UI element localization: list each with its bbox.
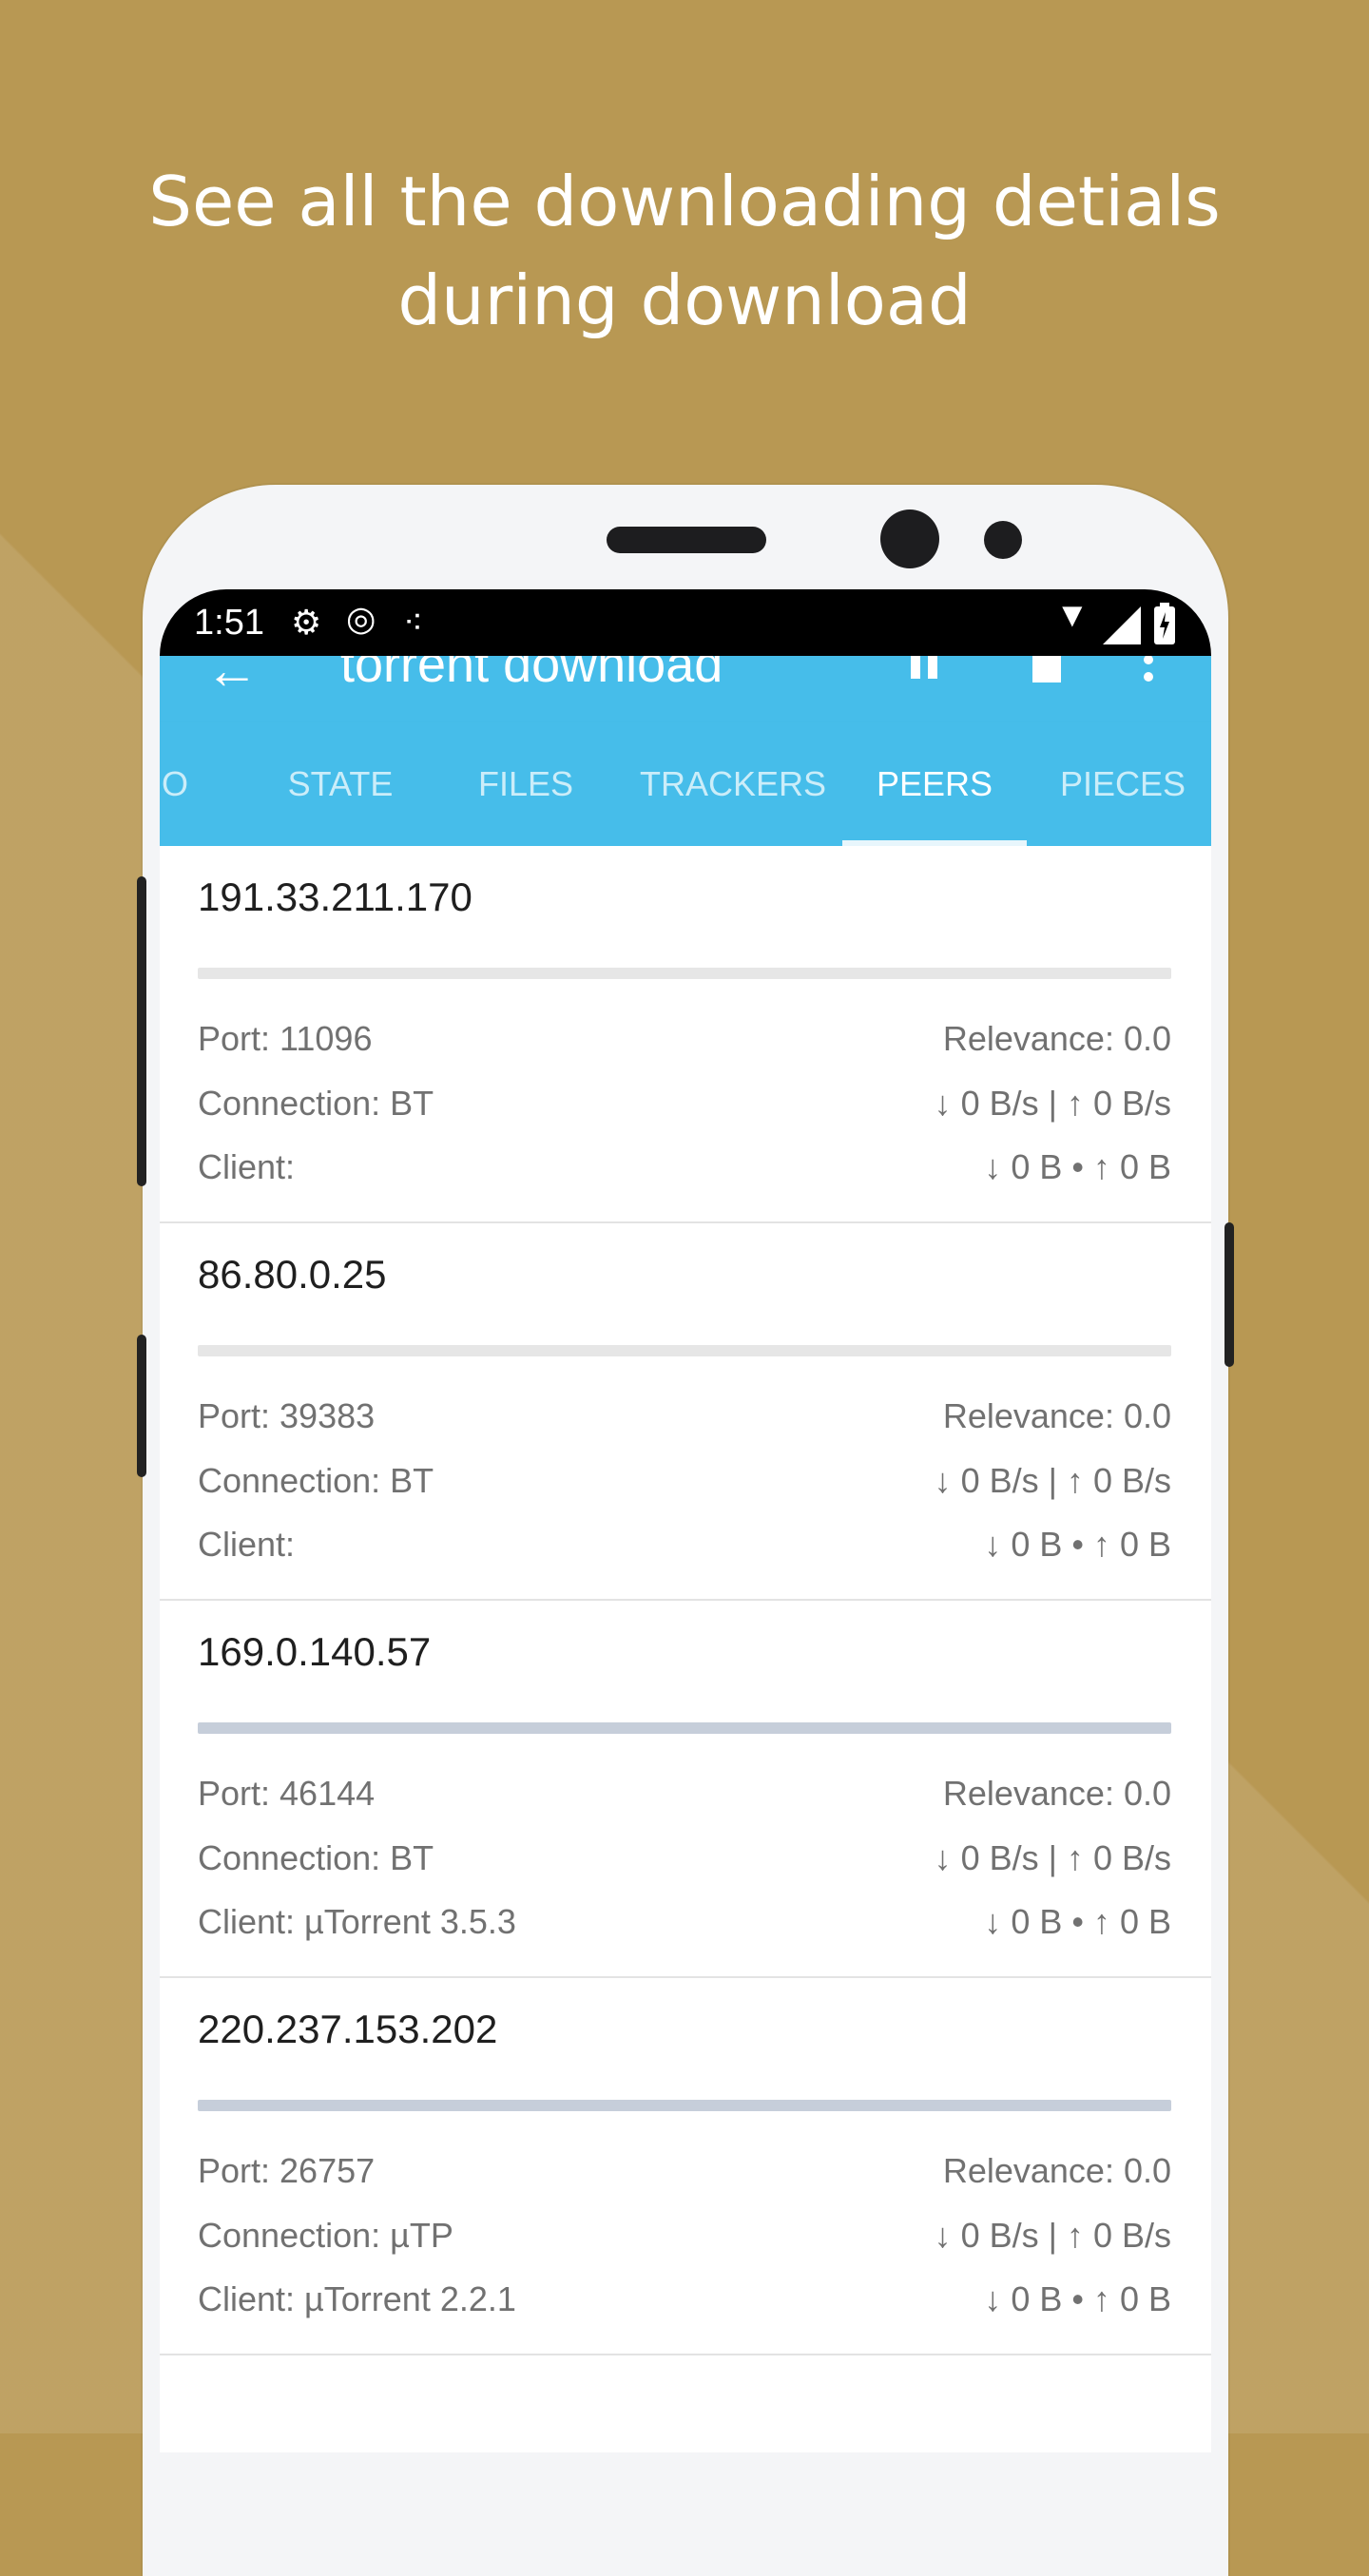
- peer-list: 191.33.211.170 Port: 11096 Relevance: 0.…: [160, 846, 1211, 2452]
- tab-pieces[interactable]: PIECES: [1032, 722, 1211, 846]
- peer-ip: 86.80.0.25: [198, 1252, 387, 1297]
- peer-ip: 169.0.140.57: [198, 1629, 432, 1674]
- front-camera: [880, 509, 939, 568]
- peer-item[interactable]: 86.80.0.25 Port: 39383 Relevance: 0.0 Co…: [160, 1223, 1211, 1601]
- globe-icon: ◎: [346, 599, 376, 638]
- volume-button: [137, 876, 146, 1186]
- headline-line-2: during download: [397, 260, 972, 341]
- peer-transfer: ↓ 0 B • ↑ 0 B: [984, 1147, 1171, 1186]
- peer-relevance: Relevance: 0.0: [942, 1019, 1171, 1058]
- peer-connection: Connection: µTP: [198, 2216, 453, 2255]
- signal-icon: [1103, 606, 1141, 644]
- peer-item[interactable]: 169.0.140.57 Port: 46144 Relevance: 0.0 …: [160, 1601, 1211, 1978]
- headline-line-1: See all the downloading detials: [148, 162, 1221, 242]
- proximity-sensor: [984, 521, 1022, 559]
- gear-icon: ⚙: [291, 603, 322, 642]
- peer-progress-bar: [198, 968, 1171, 979]
- tab-state[interactable]: STATE: [255, 722, 426, 846]
- app-bar: ← torrent download: [160, 656, 1211, 722]
- tab-peers[interactable]: PEERS: [842, 722, 1027, 846]
- peer-progress-bar: [198, 2100, 1171, 2111]
- peer-port: Port: 26757: [198, 2151, 376, 2190]
- pause-icon[interactable]: [907, 656, 945, 681]
- battery-icon: [1154, 603, 1175, 644]
- peer-item-partial[interactable]: [160, 2355, 1211, 2452]
- dots-icon: ⁖: [403, 603, 424, 642]
- peer-speed: ↓ 0 B/s | ↑ 0 B/s: [934, 1838, 1171, 1877]
- peer-relevance: Relevance: 0.0: [942, 1774, 1171, 1813]
- peer-speed: ↓ 0 B/s | ↑ 0 B/s: [934, 1461, 1171, 1500]
- peer-transfer: ↓ 0 B • ↑ 0 B: [984, 1525, 1171, 1564]
- tab-files[interactable]: FILES: [445, 722, 607, 846]
- back-arrow-icon[interactable]: ←: [205, 656, 259, 701]
- peer-client: Client:: [198, 1147, 296, 1186]
- peer-item[interactable]: 220.237.153.202 Port: 26757 Relevance: 0…: [160, 1978, 1211, 2355]
- peer-connection: Connection: BT: [198, 1461, 434, 1500]
- peer-client: Client: µTorrent 3.5.3: [198, 1902, 516, 1941]
- phone-screen: 1:51 ⚙ ◎ ⁖ ▼ ← torrent download O STATE: [160, 589, 1211, 2452]
- peer-client: Client:: [198, 1525, 296, 1564]
- stop-icon[interactable]: [1031, 656, 1065, 684]
- wifi-icon: ▼: [1055, 595, 1089, 634]
- peer-port: Port: 11096: [198, 1019, 373, 1058]
- peer-speed: ↓ 0 B/s | ↑ 0 B/s: [934, 2216, 1171, 2255]
- tab-info[interactable]: O: [160, 722, 203, 846]
- peer-progress-bar: [198, 1722, 1171, 1734]
- speaker-grille: [607, 527, 766, 553]
- peer-relevance: Relevance: 0.0: [942, 1396, 1171, 1435]
- peer-item[interactable]: 191.33.211.170 Port: 11096 Relevance: 0.…: [160, 846, 1211, 1223]
- peer-port: Port: 39383: [198, 1396, 376, 1435]
- status-bar: 1:51 ⚙ ◎ ⁖ ▼: [160, 589, 1211, 656]
- peer-speed: ↓ 0 B/s | ↑ 0 B/s: [934, 1084, 1171, 1123]
- peer-port: Port: 46144: [198, 1774, 376, 1813]
- peer-progress-bar: [198, 1345, 1171, 1356]
- tab-bar: O STATE FILES TRACKERS PEERS PIECES: [160, 722, 1211, 846]
- peer-client: Client: µTorrent 2.2.1: [198, 2279, 516, 2318]
- peer-ip: 191.33.211.170: [198, 875, 472, 919]
- power-button-left: [137, 1335, 146, 1477]
- peer-transfer: ↓ 0 B • ↑ 0 B: [984, 1902, 1171, 1941]
- peer-relevance: Relevance: 0.0: [942, 2151, 1171, 2190]
- app-bar-title: torrent download: [340, 656, 723, 693]
- peer-connection: Connection: BT: [198, 1084, 434, 1123]
- peer-transfer: ↓ 0 B • ↑ 0 B: [984, 2279, 1171, 2318]
- tab-trackers[interactable]: TRACKERS: [616, 722, 850, 846]
- power-button-right: [1224, 1222, 1234, 1367]
- more-vert-icon[interactable]: [1139, 656, 1158, 690]
- peer-ip: 220.237.153.202: [198, 2007, 498, 2051]
- peer-connection: Connection: BT: [198, 1838, 434, 1877]
- peer-progress-fill: [198, 1722, 1171, 1734]
- peer-progress-fill: [198, 2100, 1171, 2111]
- status-time: 1:51: [194, 603, 264, 643]
- promo-headline: See all the downloading detials during d…: [0, 152, 1369, 350]
